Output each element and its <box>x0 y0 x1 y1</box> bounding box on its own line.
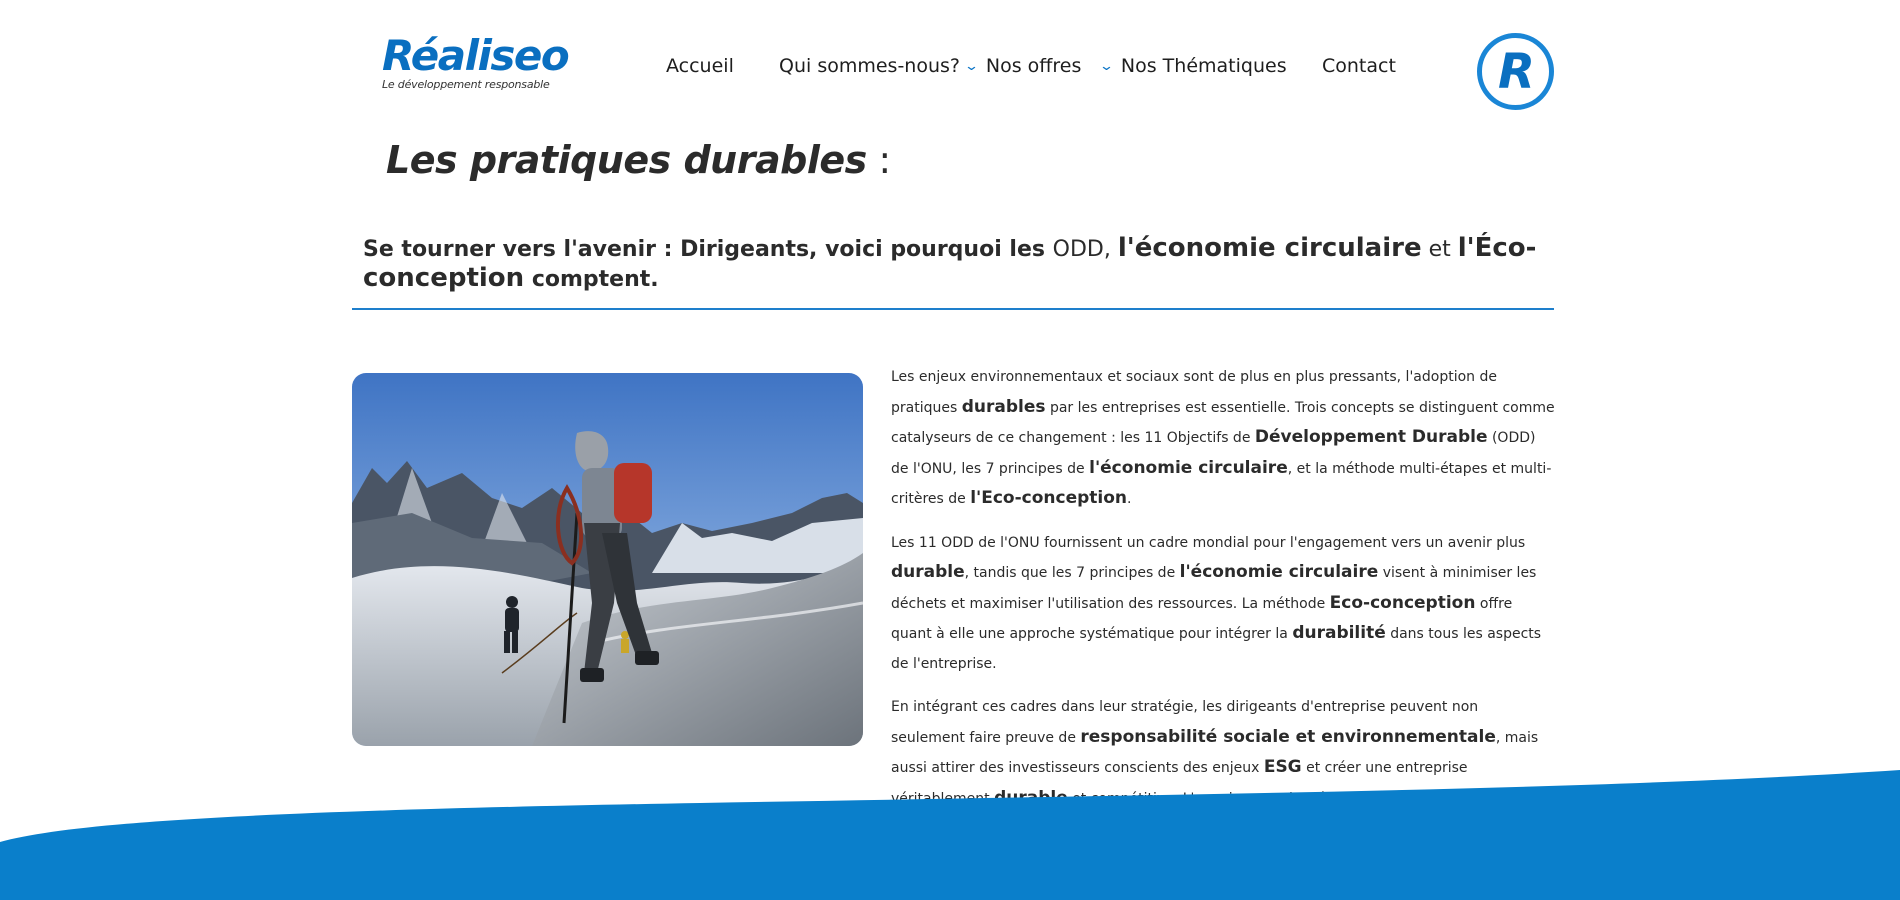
mountaineer-image <box>352 373 863 746</box>
paragraph-text: Les 11 ODD de l'ONU fournissent un cadre… <box>891 534 1526 551</box>
nav-item-nos-offres[interactable]: ⌄ Nos offres <box>963 55 1082 77</box>
subtitle-end: comptent. <box>524 267 659 292</box>
emphasis-text: durable <box>891 562 965 582</box>
nav-item-contact[interactable]: Contact <box>1322 55 1396 77</box>
emphasis-text: l'économie circulaire <box>1089 457 1288 478</box>
page-title: Les pratiques durables : <box>386 138 891 182</box>
brand-logo[interactable]: Réaliseo Le développement responsable <box>382 31 570 96</box>
emphasis-text: Développement Durable <box>1254 427 1488 447</box>
subtitle-et: et <box>1421 237 1458 262</box>
subtitle-odd: ODD <box>1052 237 1104 262</box>
nav-label: Contact <box>1322 55 1396 77</box>
nav-item-nos-thematiques[interactable]: ⌄ Nos Thématiques <box>1098 55 1287 77</box>
body-paragraph: Les enjeux environnementaux et sociaux s… <box>891 363 1556 515</box>
page-title-suffix: : <box>866 138 891 182</box>
nav-item-qui-sommes-nous[interactable]: Qui sommes-nous? <box>779 55 960 77</box>
subtitle-comma: , <box>1103 237 1118 262</box>
emphasis-text: Eco-conception <box>1329 592 1476 613</box>
subtitle-part: Se tourner vers l'avenir : Dirigeants, v… <box>363 237 1053 262</box>
badge-letter: R <box>1498 43 1535 100</box>
nav-label: Nos Thématiques <box>1120 55 1287 77</box>
footer-wave <box>0 770 1900 900</box>
nav-label: Nos offres <box>985 55 1082 77</box>
nav-label: Accueil <box>666 55 734 77</box>
emphasis-text: durabilité <box>1292 623 1386 643</box>
emphasis-text: l'économie circulaire <box>1179 562 1379 582</box>
subtitle-economie-circulaire: l'économie circulaire <box>1117 233 1422 263</box>
paragraph-text: . <box>1127 491 1132 507</box>
page-title-text: Les pratiques durables <box>386 138 867 182</box>
body-paragraph: Les 11 ODD de l'ONU fournissent un cadre… <box>891 529 1556 680</box>
brand-badge-icon[interactable]: R <box>1477 33 1554 110</box>
section-divider <box>352 308 1554 310</box>
emphasis-text: durables <box>961 396 1046 417</box>
chevron-down-icon: ⌄ <box>1098 58 1115 74</box>
emphasis-text: responsabilité sociale et environnementa… <box>1080 726 1496 747</box>
nav-item-accueil[interactable]: Accueil <box>666 55 734 77</box>
logo-tagline: Le développement responsable <box>382 78 550 91</box>
nav-label: Qui sommes-nous? <box>779 55 960 77</box>
page-subtitle: Se tourner vers l'avenir : Dirigeants, v… <box>363 234 1563 294</box>
emphasis-text: l'Eco-conception <box>970 488 1128 508</box>
chevron-down-icon: ⌄ <box>963 58 980 74</box>
logo-wordmark: Réaliseo <box>382 31 570 80</box>
paragraph-text: , tandis que les 7 principes de <box>964 565 1180 581</box>
